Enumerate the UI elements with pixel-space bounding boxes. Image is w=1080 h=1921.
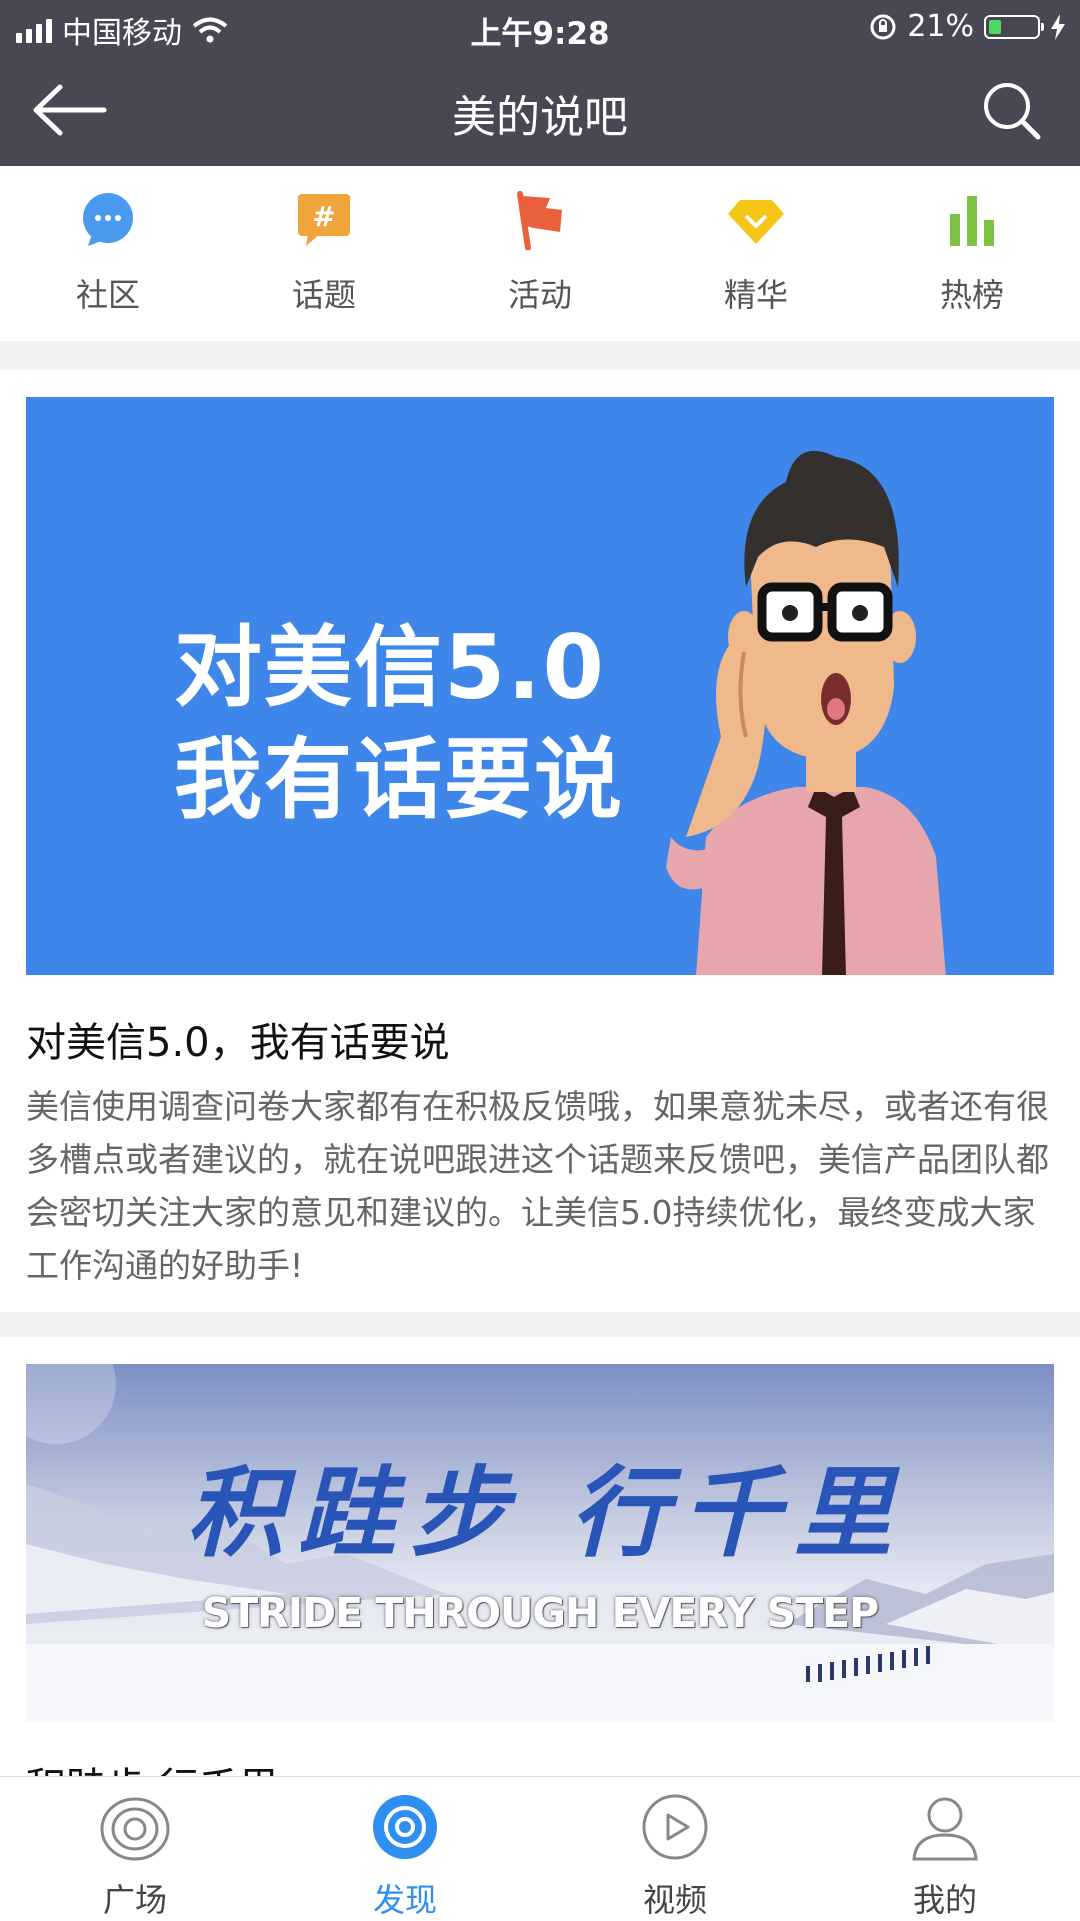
banner-slogan: STRIDE THROUGH EVERY STEP <box>201 1589 879 1637</box>
banner-headline: 对美信5.0 <box>174 616 606 719</box>
entry-label: 精华 <box>723 276 788 314</box>
navigation-bar: 美的说吧 <box>0 55 1080 166</box>
battery-icon <box>984 14 1044 39</box>
battery-percent: 21% <box>907 9 974 44</box>
discover-icon <box>373 1795 437 1859</box>
hashtag-icon: # <box>298 194 350 246</box>
entry-label: 话题 <box>291 276 356 314</box>
post-card[interactable]: 对美信5.0 我有话要说 对美信5.0，我有话要说 美信使用调查问卷大家都有在积… <box>0 370 1080 1312</box>
post-banner[interactable]: 对美信5.0 我有话要说 <box>26 397 1054 975</box>
post-title[interactable]: 对美信5.0，我有话要说 <box>26 1010 450 1068</box>
banner-calligraphy: 积跬步 行千里 <box>186 1456 907 1571</box>
page-title: 美的说吧 <box>452 92 628 143</box>
chat-bubble-icon <box>83 193 133 246</box>
tab-label: 我的 <box>912 1881 977 1919</box>
top-bar: 中国移动 上午9:28 21% 美的说吧 <box>0 0 1080 166</box>
quick-entries: 社区 # 话题 活动 精华 热榜 <box>0 166 1080 341</box>
tab-discover[interactable]: 发现 <box>270 1777 540 1921</box>
banner-subheadline: 我有话要说 <box>174 728 625 831</box>
entry-events[interactable]: 活动 <box>432 166 648 341</box>
charging-icon <box>1051 13 1065 40</box>
entry-hot-list[interactable]: 热榜 <box>864 166 1080 341</box>
cartoon-man-illustration <box>666 450 946 975</box>
entry-topics[interactable]: # 话题 <box>216 166 432 341</box>
entry-featured[interactable]: 精华 <box>648 166 864 341</box>
tab-label: 视频 <box>642 1881 707 1919</box>
diamond-icon <box>728 200 784 244</box>
rotation-lock-icon <box>870 14 896 39</box>
play-icon <box>642 1794 708 1860</box>
post-card[interactable]: 积跬步 行千里 STRIDE THROUGH EVERY STEP 积跬步 行千… <box>0 1337 1080 1811</box>
tab-plaza[interactable]: 广场 <box>0 1777 270 1921</box>
tab-video[interactable]: 视频 <box>540 1777 810 1921</box>
entry-community[interactable]: 社区 <box>0 166 216 341</box>
entry-label: 社区 <box>75 276 140 314</box>
svg-text:#: # <box>312 200 335 233</box>
flag-icon <box>517 191 562 250</box>
tab-me[interactable]: 我的 <box>810 1777 1080 1921</box>
search-icon[interactable] <box>980 79 1042 141</box>
tab-label: 广场 <box>102 1881 167 1919</box>
user-icon <box>912 1797 978 1861</box>
tab-label: 发现 <box>372 1881 437 1919</box>
eye-icon <box>100 1797 170 1861</box>
entry-label: 热榜 <box>939 276 1004 314</box>
post-banner[interactable]: 积跬步 行千里 STRIDE THROUGH EVERY STEP <box>26 1364 1054 1722</box>
bottom-tab-bar: 广场 发现 视频 我的 <box>0 1776 1080 1921</box>
entry-label: 活动 <box>507 276 572 314</box>
post-description: 美信使用调查问卷大家都有在积极反馈哦，如果意犹未尽，或者还有很多槽点或者建议的，… <box>26 1087 1049 1285</box>
bar-chart-icon <box>950 196 994 246</box>
status-bar: 中国移动 上午9:28 21% <box>0 0 1080 55</box>
